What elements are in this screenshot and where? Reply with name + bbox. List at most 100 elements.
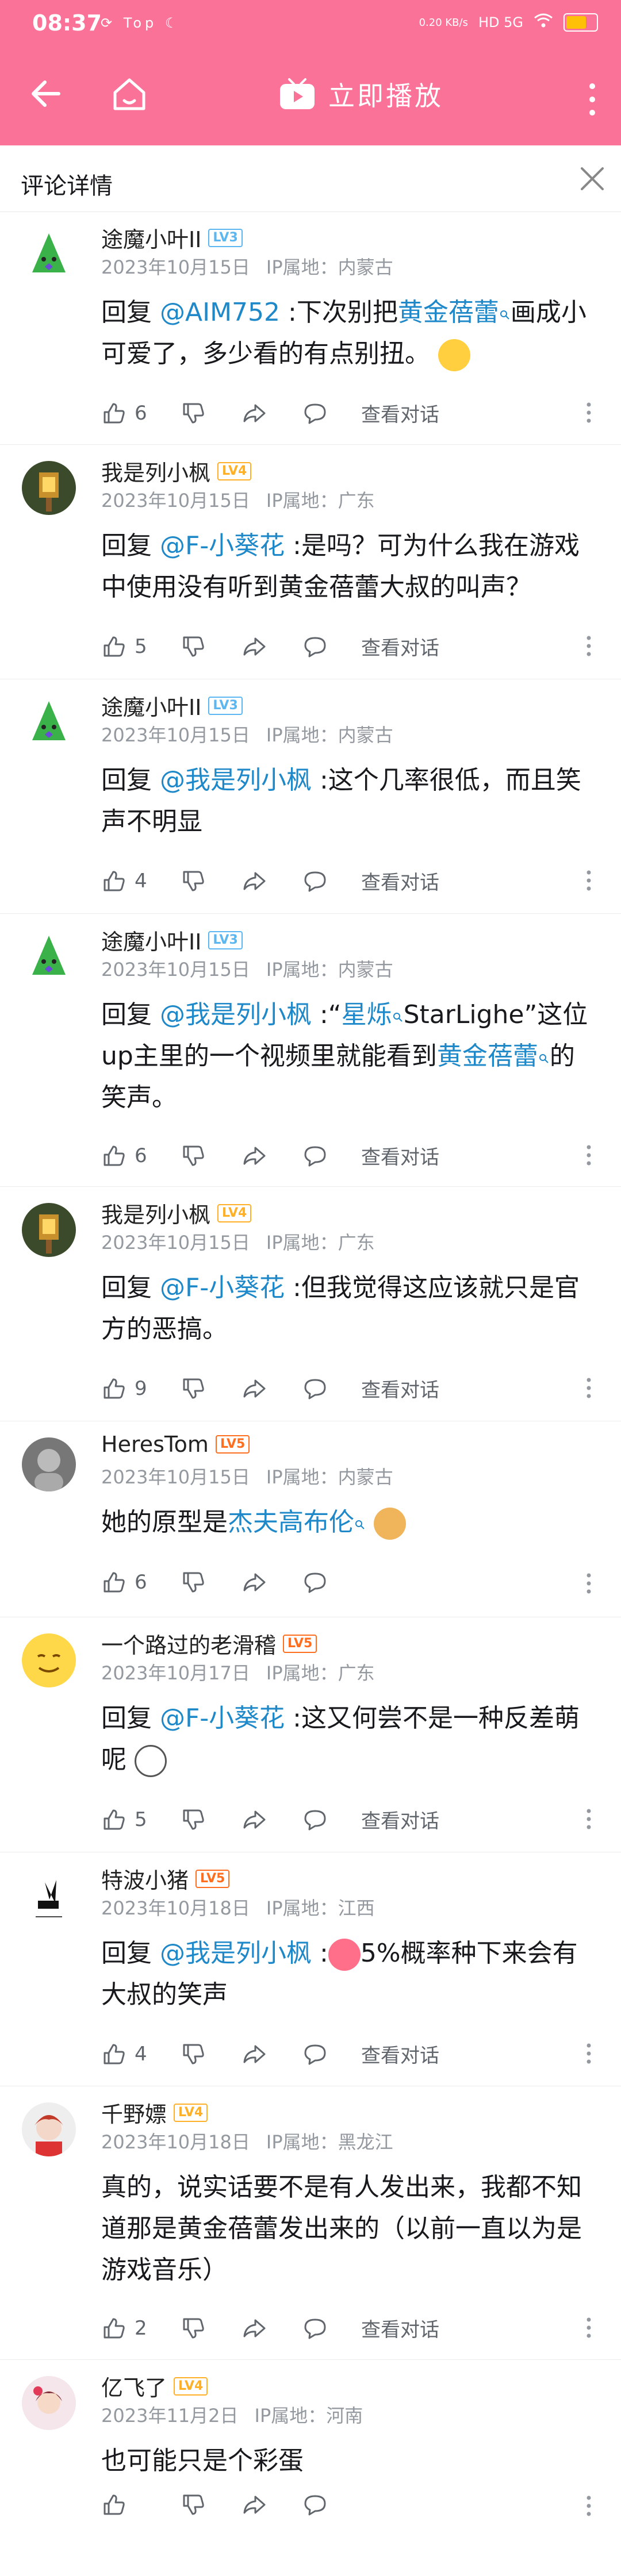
keyword-link[interactable]: 黄金蓓蕾 (398, 298, 499, 327)
like-button[interactable]: 6 (101, 1143, 158, 1168)
avatar[interactable] (22, 228, 76, 282)
share-button[interactable] (241, 1570, 267, 1595)
share-button[interactable] (241, 1807, 267, 1832)
reply-button[interactable] (302, 2316, 328, 2341)
username[interactable]: 途魔小叶II LV3 (101, 690, 243, 721)
view-conversation-link[interactable]: 查看对话 (361, 1374, 439, 1402)
more-vertical-icon[interactable] (585, 2316, 592, 2339)
home-button[interactable] (109, 71, 150, 117)
mention-link[interactable]: @我是列小枫 (160, 1939, 312, 1968)
keyword-link[interactable]: 星烁 (342, 1000, 392, 1029)
keyword-link[interactable]: 黄金蓓蕾 (437, 1041, 538, 1071)
like-button[interactable]: 9 (101, 1376, 158, 1401)
more-vertical-icon[interactable] (585, 1808, 592, 1831)
reply-button[interactable] (302, 634, 328, 659)
like-button[interactable]: 6 (101, 1570, 158, 1595)
reply-button[interactable] (302, 1143, 328, 1168)
share-button[interactable] (241, 1143, 267, 1168)
reply-button[interactable] (302, 401, 328, 426)
like-button[interactable]: 2 (101, 2316, 158, 2341)
reply-button[interactable] (302, 2492, 328, 2517)
share-button[interactable] (241, 1376, 267, 1401)
like-button[interactable]: 4 (101, 2041, 158, 2067)
view-conversation-link[interactable]: 查看对话 (361, 2314, 439, 2342)
mention-link[interactable]: @F-小葵花 (160, 531, 285, 560)
view-conversation-link[interactable]: 查看对话 (361, 867, 439, 895)
thumb-up-icon (101, 2316, 126, 2341)
avatar[interactable] (22, 1633, 76, 1687)
username[interactable]: 亿飞了 LV4 (101, 2370, 208, 2402)
share-button[interactable] (241, 2316, 267, 2341)
dislike-button[interactable] (181, 1376, 206, 1401)
share-button[interactable] (241, 401, 267, 426)
thumb-down-icon (181, 1376, 206, 1401)
avatar[interactable] (22, 461, 76, 515)
like-button[interactable]: 6 (101, 401, 158, 426)
share-button[interactable] (241, 868, 267, 894)
more-vertical-icon[interactable] (585, 2042, 592, 2065)
avatar[interactable] (22, 1437, 76, 1491)
dislike-button[interactable] (181, 1143, 206, 1168)
avatar[interactable] (22, 2376, 76, 2430)
close-button[interactable] (576, 163, 608, 195)
dislike-button[interactable] (181, 868, 206, 894)
like-button[interactable]: 5 (101, 634, 158, 659)
reply-button[interactable] (302, 1570, 328, 1595)
signal-indicator: HD 5G (478, 14, 523, 30)
avatar[interactable] (22, 1203, 76, 1257)
dislike-button[interactable] (181, 401, 206, 426)
mention-link[interactable]: @我是列小枫 (160, 766, 312, 795)
more-options-button[interactable] (586, 79, 598, 120)
view-conversation-link[interactable]: 查看对话 (361, 399, 439, 427)
view-conversation-link[interactable]: 查看对话 (361, 2040, 439, 2068)
share-button[interactable] (241, 634, 267, 659)
share-icon (241, 1570, 267, 1595)
play-now-button[interactable]: 立即播放 (279, 75, 443, 113)
username[interactable]: 途魔小叶II LV3 (101, 924, 243, 956)
reply-button[interactable] (302, 868, 328, 894)
dislike-button[interactable] (181, 2316, 206, 2341)
more-vertical-icon[interactable] (585, 1144, 592, 1167)
more-vertical-icon[interactable] (585, 1572, 592, 1595)
back-button[interactable] (29, 71, 63, 117)
mention-link[interactable]: @F-小葵花 (160, 1704, 285, 1733)
reply-button[interactable] (302, 1376, 328, 1401)
mention-link[interactable]: @我是列小枫 (160, 1000, 312, 1029)
more-vertical-icon[interactable] (585, 869, 592, 892)
like-button[interactable]: 5 (101, 1807, 158, 1832)
reply-button[interactable] (302, 1807, 328, 1832)
share-button[interactable] (241, 2492, 267, 2517)
username[interactable]: 途魔小叶II LV3 (101, 222, 243, 253)
username[interactable]: 一个路过的老滑稽 LV5 (101, 1628, 317, 1659)
keyword-link[interactable]: 杰夫高布伦 (228, 1508, 354, 1537)
reply-button[interactable] (302, 2041, 328, 2067)
avatar[interactable] (22, 1868, 76, 1923)
view-conversation-link[interactable]: 查看对话 (361, 1141, 439, 1170)
mention-link[interactable]: @AIM752 (160, 298, 280, 327)
more-vertical-icon[interactable] (585, 1377, 592, 1400)
dislike-button[interactable] (181, 2492, 206, 2517)
dislike-button[interactable] (181, 1570, 206, 1595)
like-button[interactable] (101, 2492, 158, 2517)
more-vertical-icon[interactable] (585, 635, 592, 658)
view-conversation-link[interactable]: 查看对话 (361, 632, 439, 660)
like-button[interactable]: 4 (101, 868, 158, 894)
dislike-button[interactable] (181, 1807, 206, 1832)
avatar[interactable] (22, 695, 76, 749)
username[interactable]: 我是列小枫 LV4 (101, 1197, 252, 1229)
dislike-button[interactable] (181, 634, 206, 659)
avatar[interactable] (22, 930, 76, 984)
more-vertical-icon[interactable] (585, 401, 592, 424)
username[interactable]: 千野嫖 LV4 (101, 2097, 208, 2128)
avatar[interactable] (22, 2102, 76, 2156)
share-button[interactable] (241, 2041, 267, 2067)
username[interactable]: HeresTom LV5 (101, 1432, 250, 1457)
view-conversation-link[interactable]: 查看对话 (361, 1805, 439, 1833)
username[interactable]: 我是列小枫 LV4 (101, 455, 252, 487)
dislike-button[interactable] (181, 2041, 206, 2067)
mention-link[interactable]: @F-小葵花 (160, 1273, 285, 1302)
more-vertical-icon[interactable] (585, 2494, 592, 2517)
username[interactable]: 特波小猪 LV5 (101, 1863, 230, 1894)
comment-meta: 2023年10月15日 IP属地：广东 (101, 1232, 375, 1254)
comment-item: 千野嫖 LV4 2023年10月18日 IP属地：黑龙江 真的，说实话要不是有人发出… (0, 2086, 621, 2360)
